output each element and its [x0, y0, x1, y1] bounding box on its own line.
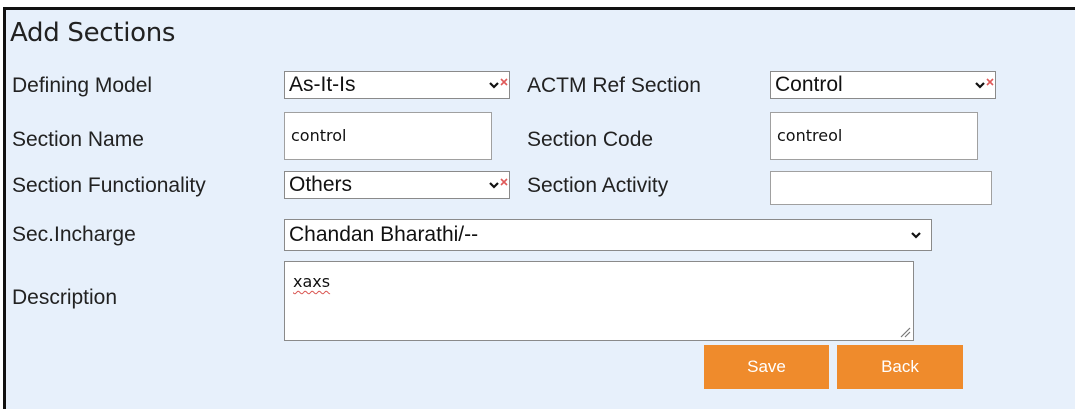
defining-model-value: As-It-Is: [289, 73, 356, 96]
chevron-down-icon: [489, 182, 499, 189]
actm-ref-section-select[interactable]: Control: [770, 71, 996, 99]
defining-model-label: Defining Model: [12, 74, 153, 97]
sec-incharge-label: Sec.Incharge: [12, 223, 136, 246]
defining-model-select[interactable]: As-It-Is: [284, 71, 510, 99]
section-activity-label: Section Activity: [527, 174, 669, 197]
chevron-down-icon: [489, 82, 499, 89]
chevron-down-icon: [911, 232, 921, 239]
required-x-icon: [500, 78, 508, 86]
back-button[interactable]: Back: [837, 345, 963, 389]
description-label: Description: [12, 286, 118, 309]
section-functionality-value: Others: [289, 173, 353, 196]
required-x-icon: [986, 78, 994, 86]
actm-ref-section-value: Control: [775, 73, 843, 96]
required-x-icon: [500, 178, 508, 186]
section-code-label: Section Code: [527, 128, 654, 151]
description-text: xaxs: [293, 272, 331, 291]
sec-incharge-value: Chandan Bharathi/--: [289, 223, 479, 246]
window: Add Sections Defining Model As-It-Is ACT…: [0, 0, 1075, 409]
actm-ref-section-label: ACTM Ref Section: [527, 74, 701, 97]
section-activity-input[interactable]: [770, 171, 992, 205]
save-button[interactable]: Save: [704, 345, 829, 389]
description-textarea[interactable]: xaxs: [284, 261, 914, 341]
page-title: Add Sections: [10, 18, 176, 48]
sec-incharge-select[interactable]: Chandan Bharathi/--: [284, 219, 932, 251]
resize-grip-icon[interactable]: [899, 326, 911, 338]
section-functionality-select[interactable]: Others: [284, 171, 510, 199]
section-name-label: Section Name: [12, 128, 144, 151]
section-code-input[interactable]: contreol: [770, 112, 978, 160]
chevron-down-icon: [975, 82, 985, 89]
section-name-input[interactable]: control: [284, 112, 492, 160]
section-functionality-label: Section Functionality: [12, 174, 206, 197]
